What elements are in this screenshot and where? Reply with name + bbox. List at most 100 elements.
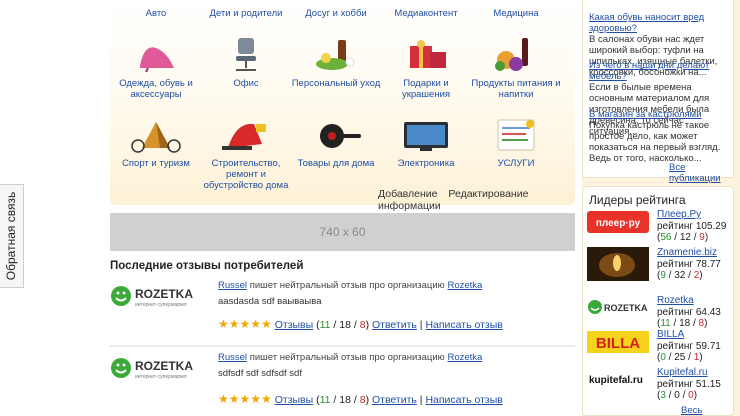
review-user-link[interactable]: Russel [218, 280, 247, 291]
review-org-link[interactable]: Rozetka [447, 280, 482, 291]
publication-title[interactable]: В магазин за кастрюлями [589, 109, 702, 120]
publication-title[interactable]: Из чего в наши дни делают мебель? [589, 60, 709, 82]
leader-item[interactable]: Znamenie.biz рейтинг 78.77 (9 / 32 / 2) [587, 247, 735, 287]
category-label[interactable]: Товары для дома [298, 158, 375, 169]
rating-label: рейтинг [657, 306, 694, 318]
positive-count: 0 [660, 352, 666, 363]
write-review-link[interactable]: Написать отзыв [425, 394, 502, 406]
category-label[interactable]: Одежда, обувь и аксессуары [119, 78, 193, 100]
tent-bike-icon [131, 122, 181, 153]
category-label[interactable]: Медиаконтент [394, 8, 457, 19]
category-children[interactable]: Дети и родители [200, 0, 292, 19]
leader-item[interactable]: kupitefal.ru Kupitefal.ru рейтинг 51.15 … [587, 367, 735, 407]
publication-title[interactable]: Какая обувь наносит вред здоровью? [589, 12, 704, 34]
leader-name[interactable]: Znamenie.biz [657, 247, 717, 258]
category-label[interactable]: Электроника [398, 158, 455, 169]
leader-name[interactable]: Kupitefal.ru [657, 367, 708, 378]
category-personal-care[interactable]: Персональный уход [290, 36, 382, 89]
billa-logo-text: BILLA [596, 335, 640, 352]
category-label[interactable]: Продукты питания и напитки [471, 78, 560, 100]
star-rating: ★★★★★ [218, 392, 272, 406]
services-icon [497, 119, 535, 151]
category-label[interactable]: Дети и родители [210, 8, 283, 19]
tv-icon [404, 122, 448, 151]
rating-label: рейтинг [657, 220, 694, 232]
pan-icon [320, 124, 361, 148]
negative-count: 8 [698, 318, 705, 329]
positive-count: 56 [660, 232, 672, 243]
category-label[interactable]: Подарки и украшения [402, 78, 450, 100]
player-logo-text: плеер·ру [596, 218, 641, 229]
rozetka-logo[interactable]: ROZETKA интернет-супермаркет [110, 284, 210, 308]
category-office[interactable]: Офис [200, 36, 292, 89]
category-label[interactable]: Персональный уход [292, 78, 381, 89]
category-construction[interactable]: Строительство, ремонт и обустройство дом… [200, 118, 292, 191]
office-chair-icon [236, 38, 256, 71]
gift-icon [410, 40, 446, 68]
review-item: ROZETKA интернет-супермаркет Russel пише… [110, 352, 575, 412]
category-food[interactable]: Продукты питания и напитки [470, 36, 562, 100]
review-org-link[interactable]: Rozetka [447, 352, 482, 363]
category-label[interactable]: УСЛУГИ [498, 158, 535, 169]
write-review-link[interactable]: Написать отзыв [425, 319, 502, 331]
add-link[interactable]: Добавление [378, 188, 438, 200]
leader-name[interactable]: Плеер.Ру [657, 209, 701, 220]
review-divider [110, 345, 575, 347]
category-label[interactable]: Досуг и хобби [305, 8, 367, 19]
ad-banner[interactable]: 740 x 60 [110, 213, 575, 251]
category-label[interactable]: Авто [146, 8, 167, 19]
rozetka-logo[interactable]: ROZETKA интернет-супермаркет [110, 356, 210, 380]
leader-rating: 51.15 [695, 378, 721, 390]
positive-count: 9 [660, 270, 666, 281]
leader-item[interactable]: BILLA BILLA рейтинг 59.71 (0 / 25 / 1) [587, 329, 735, 369]
publication-item: В магазин за кастрюлями Покупка кастрюль… [589, 109, 731, 164]
reviews-link[interactable]: Отзывы [275, 394, 313, 406]
leader-rating: 59.71 [695, 340, 721, 352]
category-medicine[interactable]: Медицина [470, 0, 562, 19]
reviews-title: Последние отзывы потребителей [110, 260, 304, 272]
category-label[interactable]: Строительство, ремонт и обустройство дом… [204, 158, 289, 191]
neutral-count: 18 [339, 394, 351, 406]
candle-photo [587, 247, 649, 281]
category-gifts[interactable]: Подарки и украшения [380, 36, 472, 100]
positive-count: 3 [660, 390, 666, 401]
category-hobby[interactable]: Досуг и хобби [290, 0, 382, 19]
category-clothes[interactable]: Одежда, обувь и аксессуары [110, 36, 202, 100]
logo-subtext: интернет-супермаркет [135, 374, 188, 380]
billa-logo: BILLA [587, 331, 649, 353]
category-panel: Авто Дети и родители Досуг и хобби Медиа… [110, 0, 575, 212]
neutral-count: 25 [674, 352, 686, 363]
category-auto[interactable]: Авто [110, 0, 202, 19]
neutral-count: 32 [674, 270, 686, 281]
publication-excerpt: Покупка кастрюль не такое простое дело, … [589, 120, 721, 164]
category-sport[interactable]: Спорт и туризм [110, 118, 202, 169]
reviews-link[interactable]: Отзывы [275, 319, 313, 331]
logo-subtext: интернет-супермаркет [135, 302, 188, 308]
category-label[interactable]: Спорт и туризм [122, 158, 190, 169]
all-publications-link[interactable]: Все публикации [669, 162, 733, 184]
all-rating-link[interactable]: Весь рейтинг [681, 405, 733, 416]
category-services[interactable]: УСЛУГИ [470, 118, 562, 169]
reply-link[interactable]: Ответить [372, 319, 417, 331]
feedback-tab[interactable]: Обратная связь [0, 184, 24, 288]
negative-count: 8 [359, 319, 366, 331]
category-electronics[interactable]: Электроника [380, 118, 472, 169]
neutral-count: 18 [679, 318, 691, 329]
media-icon [396, 0, 456, 4]
category-home[interactable]: Товары для дома [290, 118, 382, 169]
rating-label: рейтинг [657, 258, 694, 270]
review-rating-row: ★★★★★ Отзывы (11 / 18 / 8) Ответить | На… [218, 317, 503, 331]
leader-item[interactable]: плеер·ру Плеер.Ру рейтинг 105.29 (56 / 1… [587, 209, 735, 249]
review-user-link[interactable]: Russel [218, 352, 247, 363]
category-media[interactable]: Медиаконтент [380, 0, 472, 19]
feedback-tab-label: Обратная связь [4, 191, 19, 281]
leader-name[interactable]: Rozetka [657, 295, 694, 306]
review-action: пишет нейтральный отзыв про организацию [249, 280, 445, 291]
reply-link[interactable]: Ответить [372, 394, 417, 406]
category-label[interactable]: Офис [233, 78, 258, 89]
category-label[interactable]: Медицина [493, 8, 538, 19]
leader-name[interactable]: BILLA [657, 329, 684, 340]
leaders-title: Лидеры рейтинга [589, 193, 686, 207]
review-rating-row: ★★★★★ Отзывы (11 / 18 / 8) Ответить | На… [218, 392, 503, 406]
leader-info: Rozetka рейтинг 64.43 (11 / 18 / 8) [657, 295, 721, 329]
